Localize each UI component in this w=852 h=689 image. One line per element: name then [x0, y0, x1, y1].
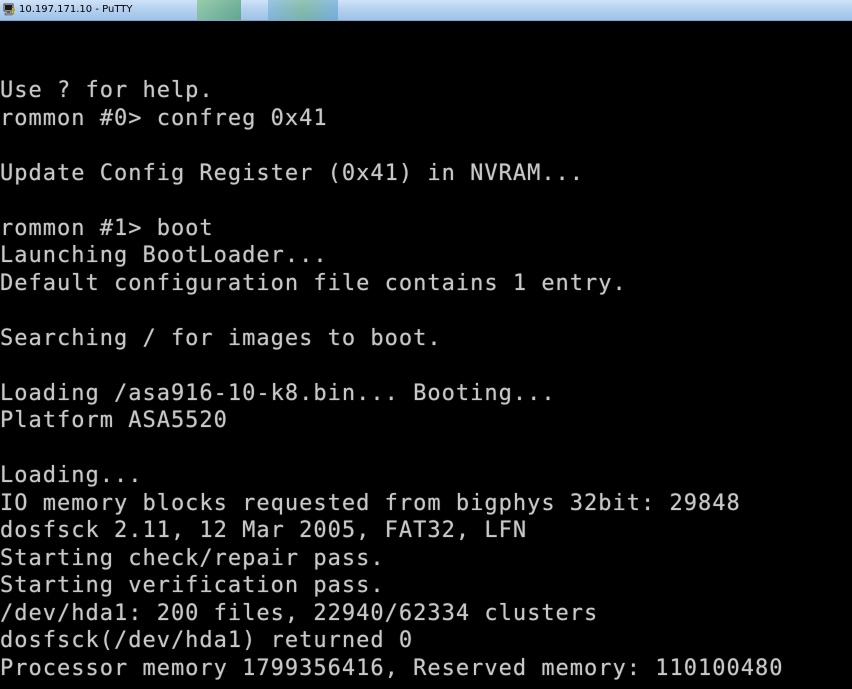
background-app-icon	[268, 0, 338, 20]
putty-terminal-icon	[3, 3, 16, 16]
terminal-line: Searching / for images to boot.	[0, 325, 442, 351]
terminal-line: Starting verification pass.	[0, 573, 385, 598]
terminal-output-area[interactable]: Use ? for help. rommon #0> confreg 0x41 …	[0, 21, 852, 689]
terminal-line: IO memory blocks requested from bigphys …	[0, 490, 741, 516]
background-app-icon	[197, 0, 241, 20]
terminal-line: Loading...	[0, 463, 143, 488]
terminal-line: Use ? for help.	[0, 78, 214, 103]
terminal-line: rommon #1> boot	[0, 215, 214, 241]
terminal-line: Processor memory 1799356416, Reserved me…	[0, 655, 784, 681]
terminal-line: Platform ASA5520	[0, 408, 228, 433]
terminal-line: Loading /asa916-10-k8.bin... Booting...	[0, 380, 556, 406]
terminal-line: /dev/hda1: 200 files, 22940/62334 cluste…	[0, 600, 599, 626]
title-bar[interactable]: 10.197.171.10 - PuTTY	[0, 0, 852, 21]
putty-window: 10.197.171.10 - PuTTY Use ? for help. ro…	[0, 0, 852, 689]
terminal-line: dosfsck(/dev/hda1) returned 0	[0, 628, 414, 653]
terminal-line: Update Config Register (0x41) in NVRAM..…	[0, 160, 585, 186]
terminal-lines: Use ? for help. rommon #0> confreg 0x41 …	[0, 77, 783, 682]
window-title: 10.197.171.10 - PuTTY	[19, 4, 133, 15]
terminal-line: dosfsck 2.11, 12 Mar 2005, FAT32, LFN	[0, 518, 528, 543]
terminal-line: Starting check/repair pass.	[0, 545, 385, 571]
terminal-line: Launching BootLoader...	[0, 243, 328, 268]
terminal-line: Default configuration file contains 1 en…	[0, 270, 627, 296]
terminal-line: rommon #0> confreg 0x41	[0, 105, 328, 131]
